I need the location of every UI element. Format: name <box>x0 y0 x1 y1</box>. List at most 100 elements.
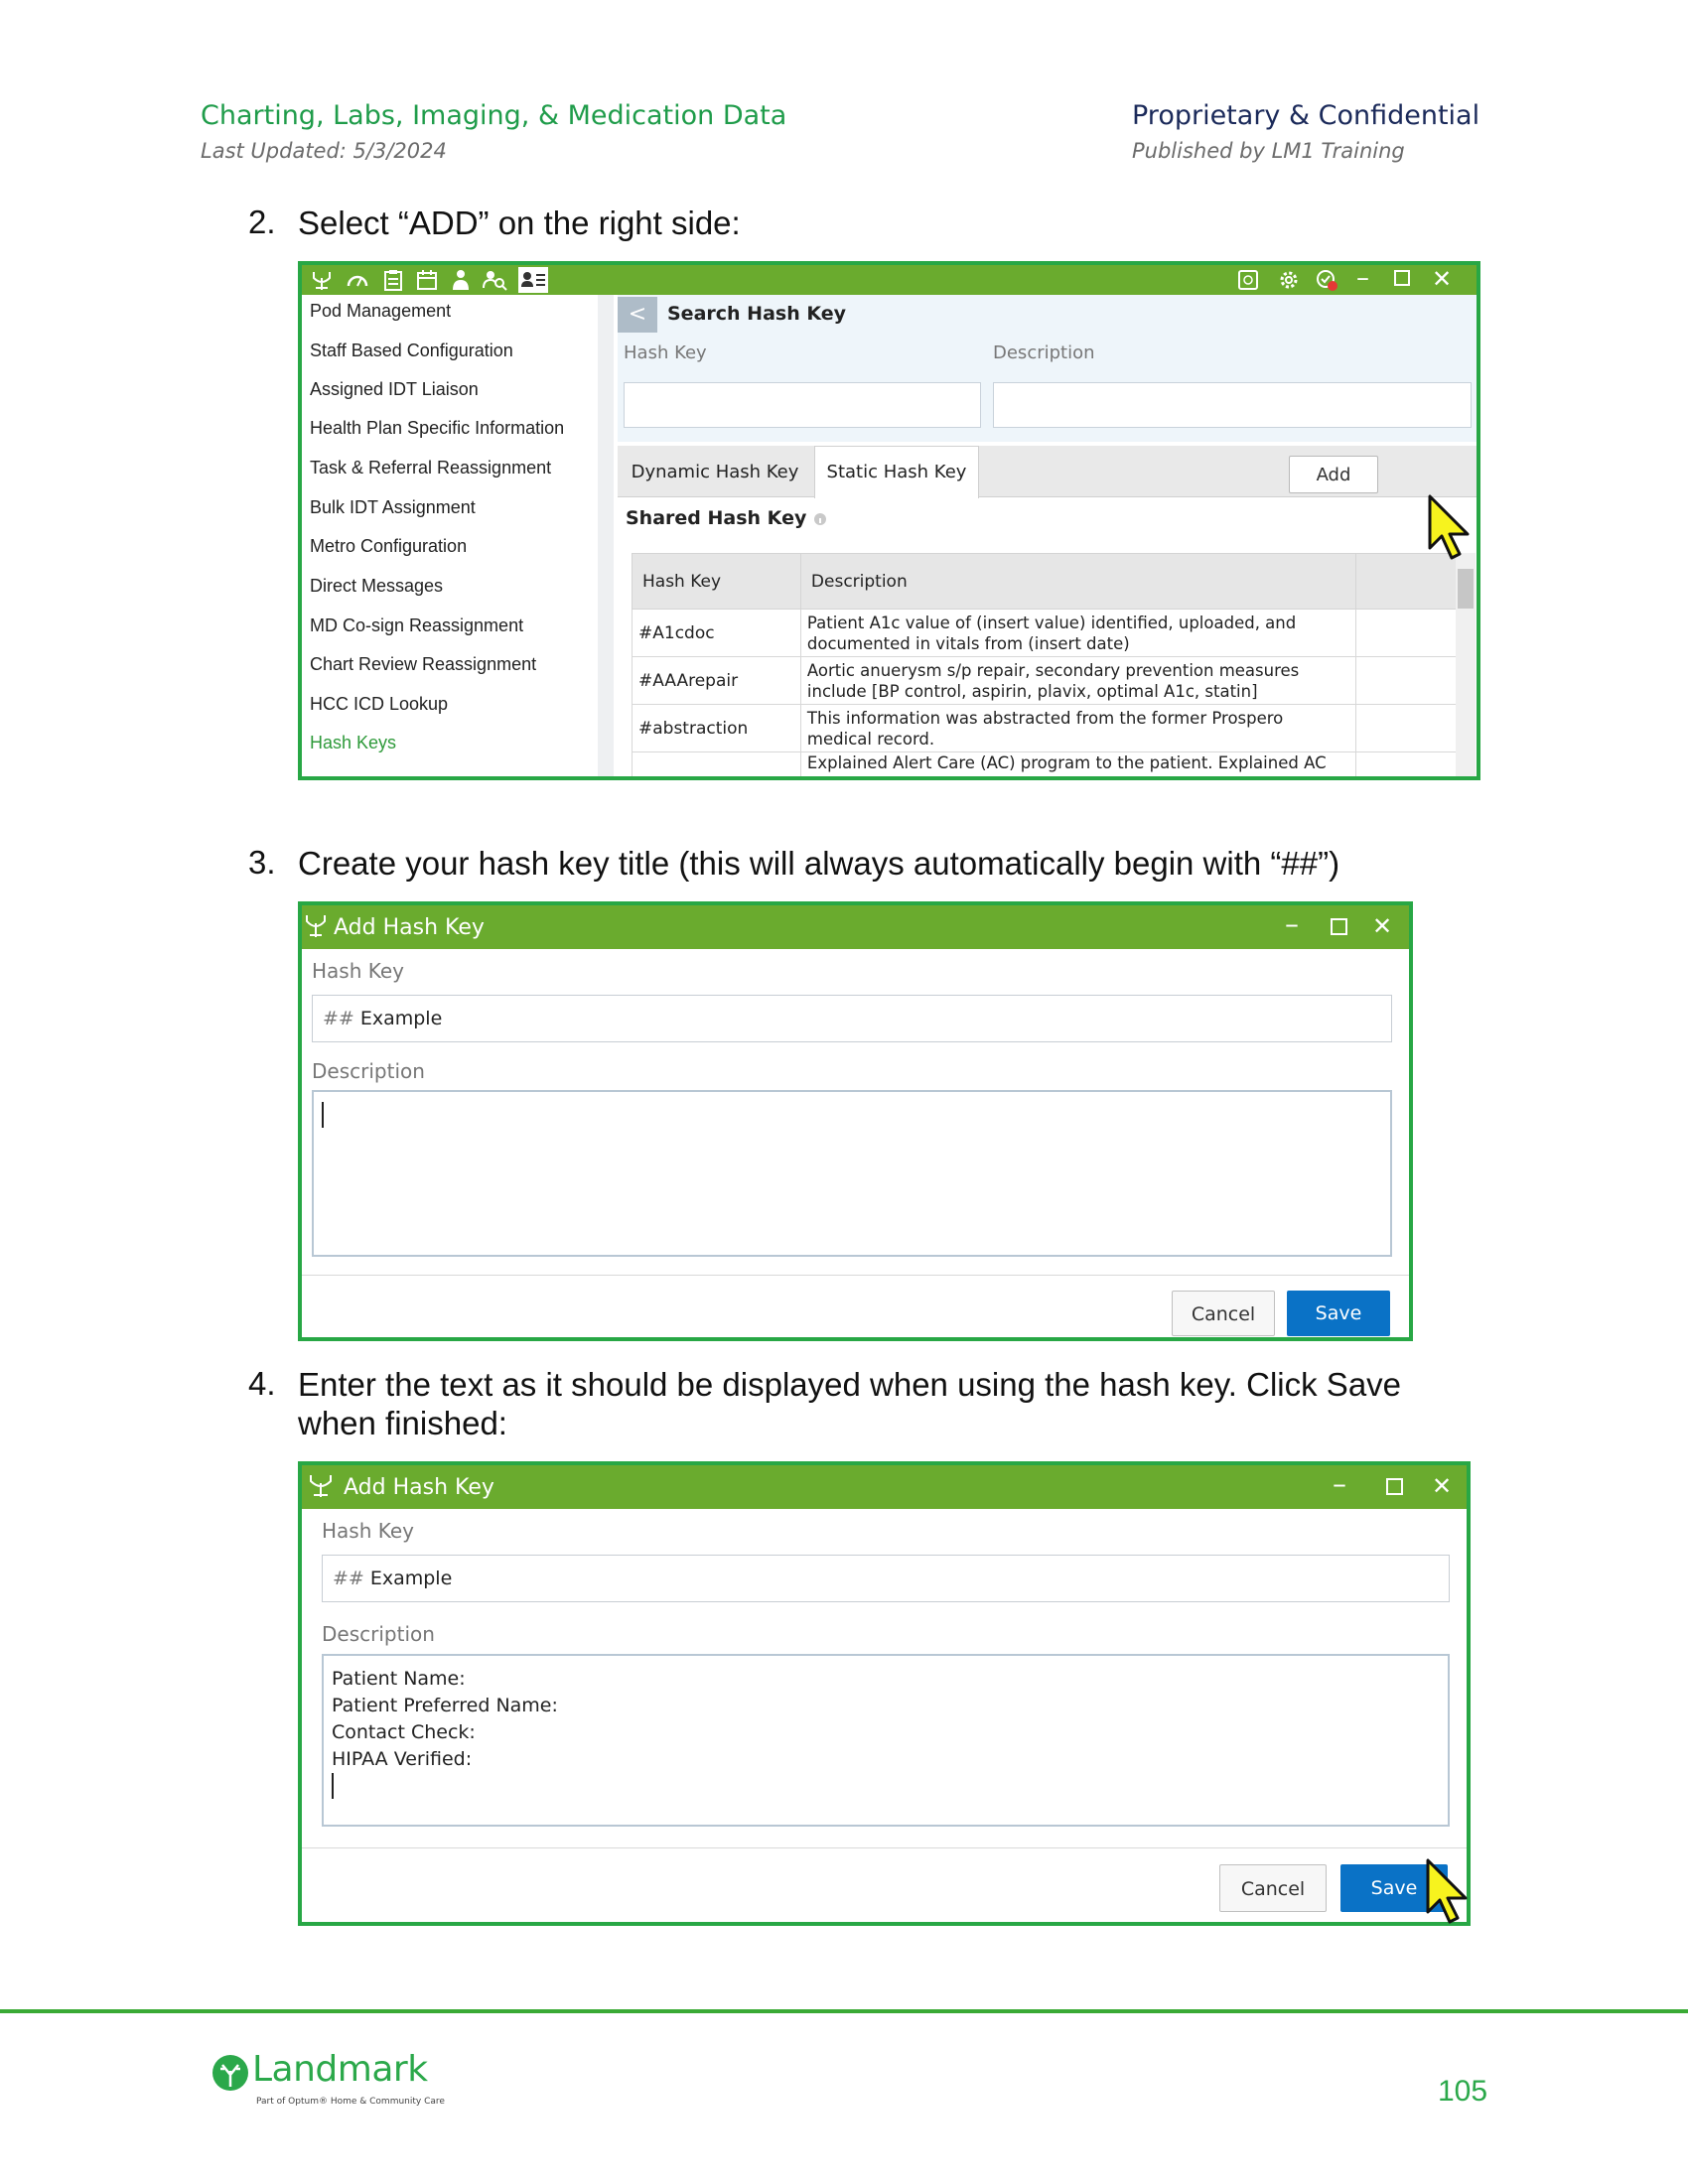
row-hash-key: #abstraction <box>632 704 801 752</box>
calendar-icon[interactable] <box>415 268 439 292</box>
nav-health-plan-info[interactable]: Health Plan Specific Information <box>310 418 564 439</box>
nav-hcc-icd-lookup[interactable]: HCC ICD Lookup <box>310 694 448 715</box>
dashboard-icon[interactable] <box>346 268 369 292</box>
row-description: This information was abstracted from the… <box>799 704 1357 752</box>
tab-static-hash-key[interactable]: Static Hash Key <box>814 462 979 482</box>
col-description[interactable]: Description <box>799 553 1357 610</box>
minimize-icon[interactable]: – <box>1356 265 1369 293</box>
status-icon[interactable] <box>1315 268 1338 292</box>
hash-key-input[interactable]: ## Example <box>322 1555 1450 1602</box>
row-description: Explained Alert Care (AC) program to the… <box>799 751 1357 776</box>
table-row[interactable]: #A1cdoc Patient A1c value of (insert val… <box>632 609 1466 657</box>
row-hash-key: #A1cdoc <box>632 609 801 657</box>
confidential-label: Proprietary & Confidential <box>1132 100 1480 131</box>
app-toolbar: – ✕ <box>302 265 1477 295</box>
nav-assigned-idt-liaison[interactable]: Assigned IDT Liaison <box>310 379 479 400</box>
nav-staff-based-configuration[interactable]: Staff Based Configuration <box>310 341 513 361</box>
description-line: Contact Check: <box>332 1721 476 1743</box>
hash-key-value: Example <box>359 1008 443 1029</box>
nav-bulk-idt-assignment[interactable]: Bulk IDT Assignment <box>310 497 476 518</box>
step-number: 4. <box>248 1365 276 1402</box>
app-logo-icon <box>313 272 331 290</box>
dialog-footer-divider <box>302 1847 1467 1848</box>
admin-tab-icon[interactable] <box>518 267 548 293</box>
hash-key-label: Hash Key <box>312 959 405 983</box>
add-button[interactable]: Add <box>1289 456 1378 493</box>
footer-divider <box>0 2009 1688 2013</box>
step-2: 2. Select “ADD” on the right side: <box>248 204 1539 243</box>
description-line: Patient Name: <box>332 1668 466 1690</box>
cancel-button[interactable]: Cancel <box>1219 1864 1327 1912</box>
close-icon[interactable]: ✕ <box>1432 265 1452 293</box>
maximize-icon[interactable] <box>1394 270 1410 286</box>
table-row[interactable]: Explained Alert Care (AC) program to the… <box>632 751 1466 776</box>
landmark-logo-icon <box>212 2055 248 2091</box>
tab-dynamic-hash-key[interactable]: Dynamic Hash Key <box>620 462 810 482</box>
shared-title-text: Shared Hash Key <box>626 507 807 529</box>
description-label: Description <box>312 1059 425 1083</box>
hash-key-value: Example <box>369 1568 453 1589</box>
minimize-icon[interactable]: – <box>1333 1467 1346 1500</box>
settings-gear-icon[interactable] <box>1277 268 1301 292</box>
save-button[interactable]: Save <box>1287 1291 1390 1336</box>
nav-direct-messages[interactable]: Direct Messages <box>310 576 443 597</box>
landmark-logo-text: Landmark <box>252 2049 428 2090</box>
step-number: 2. <box>248 204 276 240</box>
clipboard-icon[interactable] <box>381 268 405 292</box>
description-label: Description <box>322 1622 435 1646</box>
table-scrollbar[interactable] <box>1456 553 1476 776</box>
close-icon[interactable]: ✕ <box>1432 1472 1452 1500</box>
nav-chart-review-reassignment[interactable]: Chart Review Reassignment <box>310 654 536 675</box>
nav-task-referral-reassignment[interactable]: Task & Referral Reassignment <box>310 458 551 478</box>
scrollbar-thumb[interactable] <box>1458 569 1474 609</box>
nav-scrollbar[interactable] <box>598 295 614 776</box>
hash-prefix: ## <box>323 1008 354 1029</box>
row-description: Aortic anuerysm s/p repair, secondary pr… <box>799 656 1357 705</box>
description-textarea[interactable]: Patient Name: Patient Preferred Name: Co… <box>322 1654 1450 1827</box>
dialog-title: Add Hash Key <box>344 1475 494 1500</box>
nav-metro-configuration[interactable]: Metro Configuration <box>310 536 467 557</box>
col-hash-key[interactable]: Hash Key <box>632 553 801 610</box>
row-extra <box>1355 704 1466 752</box>
row-extra <box>1355 751 1466 776</box>
shared-hash-key-title: Shared Hash Key <box>626 507 827 529</box>
step-text: Select “ADD” on the right side: <box>298 205 741 241</box>
back-button[interactable]: < <box>618 297 657 333</box>
dialog-titlebar: Add Hash Key – ✕ <box>302 1465 1467 1509</box>
step-3: 3. Create your hash key title (this will… <box>248 844 1589 884</box>
hash-key-input[interactable]: ## Example <box>312 995 1392 1042</box>
step-4: 4. Enter the text as it should be displa… <box>248 1365 1440 1444</box>
description-line: Patient Preferred Name: <box>332 1695 558 1716</box>
table-row[interactable]: #AAArepair Aortic anuerysm s/p repair, s… <box>632 656 1466 705</box>
hash-key-search-input[interactable] <box>624 382 981 428</box>
info-icon[interactable] <box>813 512 827 526</box>
cursor-pointer-icon <box>1428 494 1470 560</box>
cursor-pointer-icon <box>1426 1858 1468 1924</box>
minimize-icon[interactable]: – <box>1285 907 1299 940</box>
cancel-button[interactable]: Cancel <box>1172 1291 1275 1336</box>
hash-key-label: Hash Key <box>624 342 707 363</box>
screen-icon[interactable] <box>1237 269 1259 291</box>
maximize-icon[interactable] <box>1331 918 1347 935</box>
row-extra <box>1355 609 1466 657</box>
patient-search-icon[interactable] <box>483 268 508 292</box>
admin-nav: Pod Management Staff Based Configuration… <box>302 295 598 776</box>
contact-card-icon <box>521 272 545 287</box>
maximize-icon[interactable] <box>1386 1478 1403 1495</box>
row-hash-key <box>632 751 801 776</box>
nav-pod-management[interactable]: Pod Management <box>310 301 451 322</box>
care-team-icon[interactable] <box>449 268 473 292</box>
panel-title: Search Hash Key <box>667 303 846 325</box>
close-icon[interactable]: ✕ <box>1372 912 1392 940</box>
description-textarea[interactable] <box>312 1090 1392 1257</box>
nav-md-cosign-reassignment[interactable]: MD Co-sign Reassignment <box>310 615 523 636</box>
table-row[interactable]: #abstraction This information was abstra… <box>632 704 1466 752</box>
last-updated: Last Updated: 5/3/2024 <box>201 139 447 163</box>
page-number: 105 <box>1438 2075 1488 2108</box>
add-hash-key-dialog-filled: Add Hash Key – ✕ Hash Key ## Example Des… <box>298 1461 1471 1926</box>
hash-key-label: Hash Key <box>322 1519 415 1543</box>
nav-hash-keys[interactable]: Hash Keys <box>310 733 396 753</box>
description-search-input[interactable] <box>993 382 1472 428</box>
landmark-logo-subtext: Part of Optum® Home & Community Care <box>256 2097 445 2107</box>
text-caret <box>322 1102 324 1128</box>
